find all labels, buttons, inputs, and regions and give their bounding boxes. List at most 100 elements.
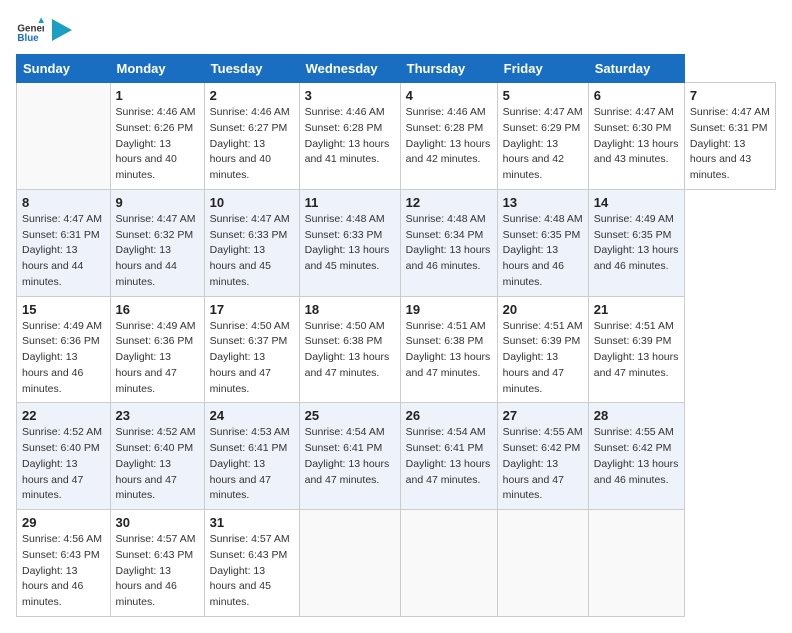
day-info: Sunrise: 4:46 AM Sunset: 6:26 PM Dayligh…	[116, 105, 199, 184]
day-cell: 13 Sunrise: 4:48 AM Sunset: 6:35 PM Dayli…	[497, 189, 588, 296]
day-cell: 20 Sunrise: 4:51 AM Sunset: 6:39 PM Dayli…	[497, 296, 588, 403]
header-cell-friday: Friday	[497, 55, 588, 83]
day-info: Sunrise: 4:52 AM Sunset: 6:40 PM Dayligh…	[22, 425, 105, 504]
header-cell-sunday: Sunday	[17, 55, 111, 83]
day-info: Sunrise: 4:51 AM Sunset: 6:39 PM Dayligh…	[594, 319, 679, 382]
day-info: Sunrise: 4:46 AM Sunset: 6:28 PM Dayligh…	[305, 105, 395, 168]
day-number: 5	[503, 88, 583, 103]
day-number: 9	[116, 195, 199, 210]
day-cell: 6 Sunrise: 4:47 AM Sunset: 6:30 PM Daylig…	[588, 83, 684, 190]
day-number: 8	[22, 195, 105, 210]
day-cell	[588, 510, 684, 617]
day-number: 12	[406, 195, 492, 210]
day-info: Sunrise: 4:46 AM Sunset: 6:28 PM Dayligh…	[406, 105, 492, 168]
day-cell: 11 Sunrise: 4:48 AM Sunset: 6:33 PM Dayli…	[299, 189, 400, 296]
day-info: Sunrise: 4:51 AM Sunset: 6:38 PM Dayligh…	[406, 319, 492, 382]
day-number: 19	[406, 302, 492, 317]
day-number: 4	[406, 88, 492, 103]
day-cell: 5 Sunrise: 4:47 AM Sunset: 6:29 PM Daylig…	[497, 83, 588, 190]
week-row-1: 8 Sunrise: 4:47 AM Sunset: 6:31 PM Daylig…	[17, 189, 776, 296]
day-number: 1	[116, 88, 199, 103]
week-row-4: 29 Sunrise: 4:56 AM Sunset: 6:43 PM Dayli…	[17, 510, 776, 617]
day-cell: 30Sunrise: 4:57 AM Sunset: 6:43 PM Dayli…	[110, 510, 204, 617]
header-cell-monday: Monday	[110, 55, 204, 83]
day-cell: 15 Sunrise: 4:49 AM Sunset: 6:36 PM Dayli…	[17, 296, 111, 403]
day-info: Sunrise: 4:47 AM Sunset: 6:31 PM Dayligh…	[690, 105, 770, 184]
day-number: 25	[305, 408, 395, 423]
day-number: 30	[116, 515, 199, 530]
day-info: Sunrise: 4:49 AM Sunset: 6:35 PM Dayligh…	[594, 212, 679, 275]
day-cell: 23Sunrise: 4:52 AM Sunset: 6:40 PM Dayli…	[110, 403, 204, 510]
day-info: Sunrise: 4:54 AM Sunset: 6:41 PM Dayligh…	[406, 425, 492, 488]
logo-icon: General Blue	[16, 16, 44, 44]
day-number: 13	[503, 195, 583, 210]
day-info: Sunrise: 4:47 AM Sunset: 6:33 PM Dayligh…	[210, 212, 294, 291]
day-cell	[497, 510, 588, 617]
day-info: Sunrise: 4:46 AM Sunset: 6:27 PM Dayligh…	[210, 105, 294, 184]
day-info: Sunrise: 4:56 AM Sunset: 6:43 PM Dayligh…	[22, 532, 105, 611]
day-number: 11	[305, 195, 395, 210]
day-number: 16	[116, 302, 199, 317]
day-number: 18	[305, 302, 395, 317]
day-cell: 10Sunrise: 4:47 AM Sunset: 6:33 PM Dayli…	[204, 189, 299, 296]
day-number: 31	[210, 515, 294, 530]
day-number: 6	[594, 88, 679, 103]
day-number: 22	[22, 408, 105, 423]
header-cell-thursday: Thursday	[400, 55, 497, 83]
day-cell: 25 Sunrise: 4:54 AM Sunset: 6:41 PM Dayli…	[299, 403, 400, 510]
day-info: Sunrise: 4:48 AM Sunset: 6:33 PM Dayligh…	[305, 212, 395, 275]
day-cell: 18 Sunrise: 4:50 AM Sunset: 6:38 PM Dayli…	[299, 296, 400, 403]
day-number: 20	[503, 302, 583, 317]
day-info: Sunrise: 4:50 AM Sunset: 6:37 PM Dayligh…	[210, 319, 294, 398]
day-cell: 12Sunrise: 4:48 AM Sunset: 6:34 PM Dayli…	[400, 189, 497, 296]
day-number: 2	[210, 88, 294, 103]
day-info: Sunrise: 4:49 AM Sunset: 6:36 PM Dayligh…	[22, 319, 105, 398]
header-row: SundayMondayTuesdayWednesdayThursdayFrid…	[17, 55, 776, 83]
day-info: Sunrise: 4:47 AM Sunset: 6:29 PM Dayligh…	[503, 105, 583, 184]
day-cell	[400, 510, 497, 617]
day-info: Sunrise: 4:50 AM Sunset: 6:38 PM Dayligh…	[305, 319, 395, 382]
day-info: Sunrise: 4:47 AM Sunset: 6:31 PM Dayligh…	[22, 212, 105, 291]
day-cell: 14Sunrise: 4:49 AM Sunset: 6:35 PM Dayli…	[588, 189, 684, 296]
day-info: Sunrise: 4:55 AM Sunset: 6:42 PM Dayligh…	[594, 425, 679, 488]
day-cell	[17, 83, 111, 190]
week-row-0: 1 Sunrise: 4:46 AM Sunset: 6:26 PM Daylig…	[17, 83, 776, 190]
day-number: 27	[503, 408, 583, 423]
day-cell	[299, 510, 400, 617]
header-cell-wednesday: Wednesday	[299, 55, 400, 83]
day-cell: 29 Sunrise: 4:56 AM Sunset: 6:43 PM Dayli…	[17, 510, 111, 617]
day-number: 7	[690, 88, 770, 103]
day-cell: 8 Sunrise: 4:47 AM Sunset: 6:31 PM Daylig…	[17, 189, 111, 296]
day-cell: 24 Sunrise: 4:53 AM Sunset: 6:41 PM Dayli…	[204, 403, 299, 510]
day-info: Sunrise: 4:52 AM Sunset: 6:40 PM Dayligh…	[116, 425, 199, 504]
day-number: 15	[22, 302, 105, 317]
day-number: 28	[594, 408, 679, 423]
day-cell: 31Sunrise: 4:57 AM Sunset: 6:43 PM Dayli…	[204, 510, 299, 617]
day-number: 26	[406, 408, 492, 423]
week-row-3: 22 Sunrise: 4:52 AM Sunset: 6:40 PM Dayli…	[17, 403, 776, 510]
day-info: Sunrise: 4:54 AM Sunset: 6:41 PM Dayligh…	[305, 425, 395, 488]
header: General Blue	[16, 16, 776, 44]
header-cell-saturday: Saturday	[588, 55, 684, 83]
day-cell: 22 Sunrise: 4:52 AM Sunset: 6:40 PM Dayli…	[17, 403, 111, 510]
day-info: Sunrise: 4:47 AM Sunset: 6:30 PM Dayligh…	[594, 105, 679, 168]
day-number: 24	[210, 408, 294, 423]
day-cell: 26 Sunrise: 4:54 AM Sunset: 6:41 PM Dayli…	[400, 403, 497, 510]
day-info: Sunrise: 4:47 AM Sunset: 6:32 PM Dayligh…	[116, 212, 199, 291]
logo-arrow-icon	[52, 19, 72, 41]
day-cell: 17Sunrise: 4:50 AM Sunset: 6:37 PM Dayli…	[204, 296, 299, 403]
day-cell: 9 Sunrise: 4:47 AM Sunset: 6:32 PM Daylig…	[110, 189, 204, 296]
svg-text:Blue: Blue	[17, 33, 39, 44]
logo: General Blue	[16, 16, 72, 44]
day-number: 21	[594, 302, 679, 317]
day-cell: 4 Sunrise: 4:46 AM Sunset: 6:28 PM Daylig…	[400, 83, 497, 190]
header-cell-tuesday: Tuesday	[204, 55, 299, 83]
day-info: Sunrise: 4:51 AM Sunset: 6:39 PM Dayligh…	[503, 319, 583, 398]
day-cell: 21 Sunrise: 4:51 AM Sunset: 6:39 PM Dayli…	[588, 296, 684, 403]
day-cell: 1 Sunrise: 4:46 AM Sunset: 6:26 PM Daylig…	[110, 83, 204, 190]
day-info: Sunrise: 4:48 AM Sunset: 6:35 PM Dayligh…	[503, 212, 583, 291]
day-cell: 2 Sunrise: 4:46 AM Sunset: 6:27 PM Daylig…	[204, 83, 299, 190]
day-cell: 7 Sunrise: 4:47 AM Sunset: 6:31 PM Daylig…	[684, 83, 775, 190]
day-number: 29	[22, 515, 105, 530]
day-info: Sunrise: 4:53 AM Sunset: 6:41 PM Dayligh…	[210, 425, 294, 504]
